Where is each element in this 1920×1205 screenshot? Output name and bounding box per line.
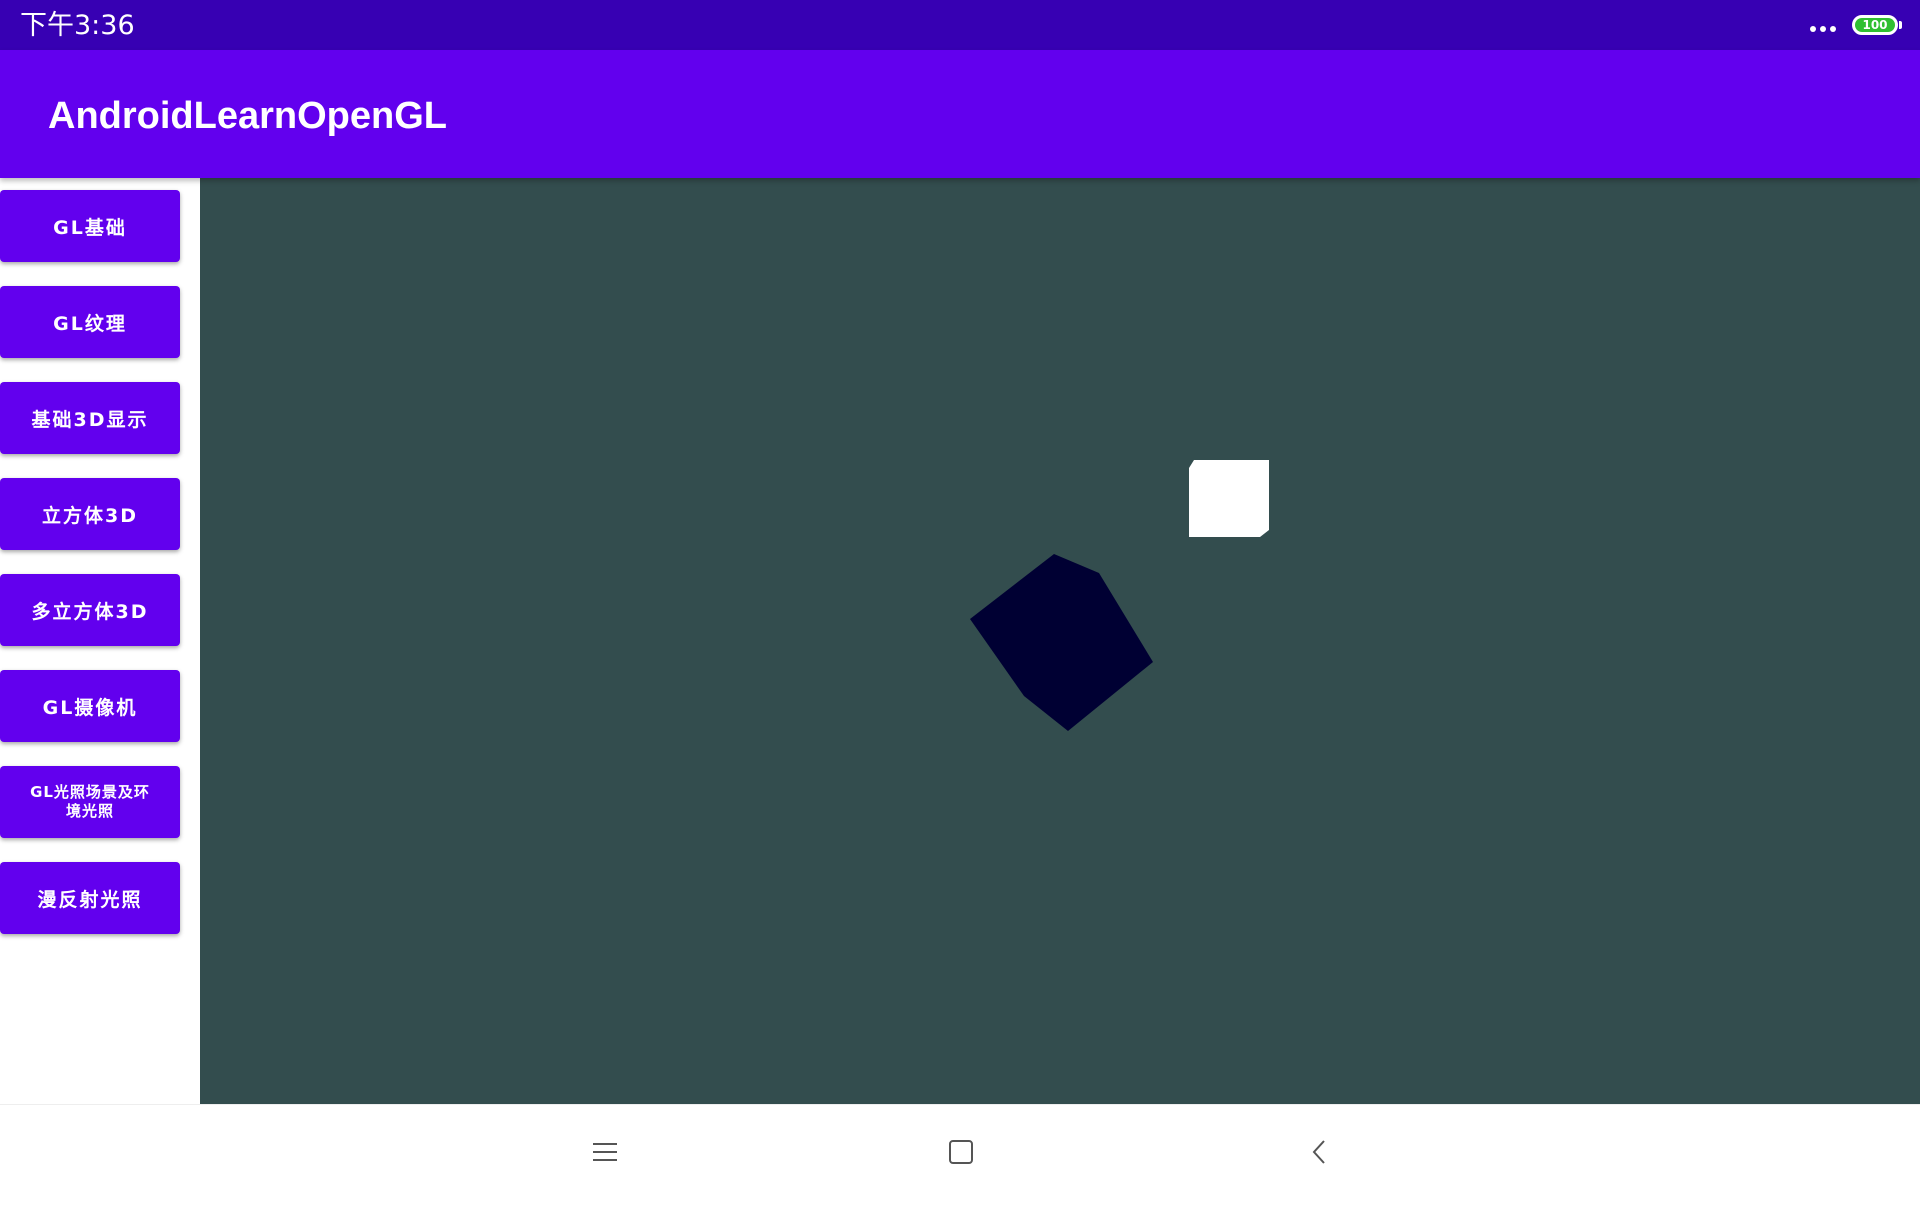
gl-texture-button[interactable]: GL纹理 bbox=[0, 286, 180, 358]
multi-cube-3d-button[interactable]: 多立方体3D bbox=[0, 574, 180, 646]
light-source-cube bbox=[1189, 460, 1269, 537]
basic-3d-display-button[interactable]: 基础3D显示 bbox=[0, 382, 180, 454]
diffuse-lighting-button[interactable]: 漫反射光照 bbox=[0, 862, 180, 934]
back-icon[interactable] bbox=[1288, 1105, 1348, 1201]
gl-lighting-ambient-button[interactable]: GL光照场景及环境光照 bbox=[0, 766, 180, 838]
sidebar: GL基础 GL纹理 基础3D显示 立方体3D 多立方体3D GL摄像机 GL光照… bbox=[0, 178, 200, 1104]
gl-surface-view[interactable] bbox=[200, 178, 1920, 1104]
gl-basics-button[interactable]: GL基础 bbox=[0, 190, 180, 262]
gl-camera-button[interactable]: GL摄像机 bbox=[0, 670, 180, 742]
cube-3d-button[interactable]: 立方体3D bbox=[0, 478, 180, 550]
gl-scene bbox=[970, 460, 1269, 731]
menu-icon[interactable] bbox=[575, 1105, 635, 1201]
app-bar: AndroidLearnOpenGL bbox=[0, 50, 1920, 178]
more-dots-icon bbox=[1810, 20, 1836, 32]
navigation-bar bbox=[0, 1104, 1920, 1200]
lit-cube bbox=[970, 554, 1153, 731]
battery-icon: 100 bbox=[1852, 15, 1898, 35]
status-bar: 下午3:36 100 bbox=[0, 0, 1920, 50]
home-icon[interactable] bbox=[931, 1105, 991, 1201]
status-time: 下午3:36 bbox=[20, 10, 135, 41]
battery-tip bbox=[1899, 21, 1902, 29]
app-title: AndroidLearnOpenGL bbox=[48, 95, 447, 137]
battery-level: 100 bbox=[1862, 18, 1888, 32]
